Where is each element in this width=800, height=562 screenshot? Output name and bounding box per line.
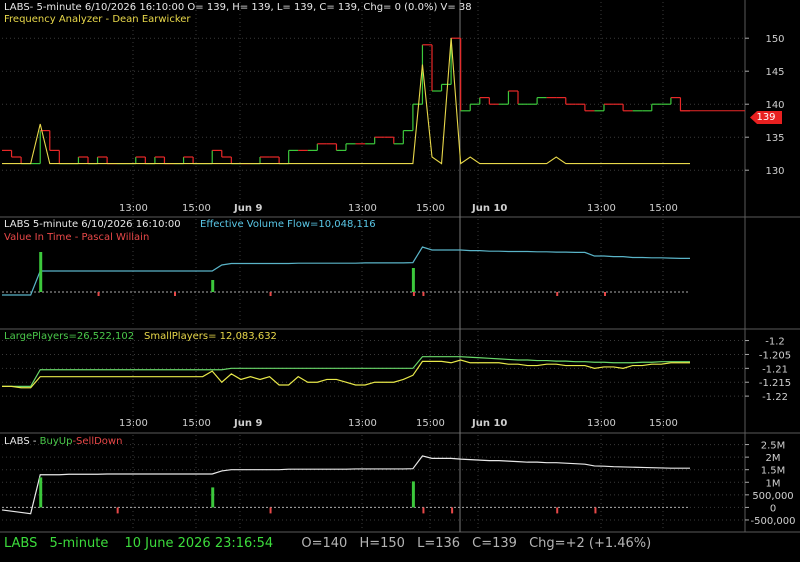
evf-neg-bar-5 [556, 292, 559, 296]
price-panel-header: LABS- 5-minute 6/10/2026 16:10:00 O= 139… [4, 2, 472, 13]
evf-neg-bar-3 [412, 292, 415, 296]
bu-neg-bar-0 [116, 507, 119, 514]
x-tick-label-0-6: 13:00 [587, 203, 616, 214]
evf-neg-bar-6 [604, 292, 606, 296]
selldown-text: SellDown [76, 436, 123, 447]
evf-neg-bar-0 [97, 292, 100, 296]
value-in-time-label: Value In Time - Pascal Willain [4, 232, 150, 243]
bu-tick-label-4: 500,000 [752, 491, 793, 502]
large-players-label: LargePlayers=26,522,102 [4, 331, 135, 342]
footer-status: LABS 5-minute 10 June 2026 23:16:54 O=14… [4, 536, 651, 551]
x-tick-label-0-7: 15:00 [649, 203, 678, 214]
price-tick-label-2: 140 [765, 100, 784, 111]
players-tick-label-3: -1.215 [759, 378, 791, 389]
bu-spike-0 [39, 477, 43, 508]
bu-spike-1 [211, 487, 215, 508]
footer-datetime: 10 June 2026 23:16:54 [124, 536, 274, 551]
x-tick-label-2-6: 13:00 [587, 418, 616, 429]
footer-interval: 5-minute [49, 536, 109, 551]
evf-neg-bar-4 [422, 292, 425, 296]
bu-tick-label-1: 2M [766, 453, 781, 464]
evf-spike-1 [211, 280, 215, 292]
bu-tick-label-3: 1M [766, 478, 781, 489]
chart-canvas: 13:00 15:00 Jun 9 13:00 15:00 Jun 10 13:00 15:0… [0, 0, 800, 533]
x-tick-label-2-0: 13:00 [119, 418, 148, 429]
players-tick-label-2: -1.21 [762, 364, 788, 375]
price-tick-label-3: 145 [765, 67, 784, 78]
buyup-selldown-label: LABS - BuyUp-SellDown [4, 436, 122, 448]
bu-neg-bar-4 [556, 507, 559, 514]
footer-high: H=150 [359, 536, 405, 551]
evf-panel-header: LABS 5-minute 6/10/2026 16:10:00 [4, 219, 181, 230]
buyup-text: BuyUp [39, 436, 73, 447]
bu-tick-label-5: 0 [770, 503, 776, 514]
bu-spike-2 [411, 481, 415, 508]
footer-close: C=139 [472, 536, 517, 551]
small-players-label: SmallPlayers= 12,083,632 [144, 331, 277, 342]
x-tick-label-2-5: Jun 10 [471, 418, 507, 429]
x-tick-label-0-2: Jun 9 [233, 203, 262, 214]
x-tick-label-0-0: 13:00 [119, 203, 148, 214]
small-players-line [2, 359, 690, 389]
bu-neg-bar-3 [451, 507, 454, 514]
players-tick-label-1: -1.205 [759, 350, 791, 361]
x-tick-label-2-2: Jun 9 [233, 418, 262, 429]
buyup-symbol: LABS - [4, 436, 40, 447]
bu-tick-label-0: 2.5M [761, 441, 786, 452]
footer-open: O=140 [301, 536, 348, 551]
footer-change: Chg=+2 (+1.46%) [529, 536, 652, 551]
footer-symbol: LABS [4, 536, 38, 551]
bu-neg-bar-1 [269, 507, 272, 514]
bu-neg-bar-5 [594, 507, 597, 514]
x-tick-label-0-4: 15:00 [416, 203, 445, 214]
effective-volume-flow-line [2, 246, 690, 296]
bu-neg-bar-2 [422, 507, 425, 514]
evf-spike-2 [411, 268, 415, 292]
players-tick-label-0: -1.2 [765, 337, 785, 348]
buyup-selldown-line [1, 455, 690, 515]
x-tick-label-0-5: Jun 10 [471, 203, 507, 214]
bu-tick-label-6: -500,000 [751, 516, 796, 527]
evf-neg-bar-2 [269, 292, 272, 296]
evf-neg-bar-1 [174, 292, 176, 296]
x-tick-label-2-1: 15:00 [182, 418, 211, 429]
bu-tick-label-2: 1.5M [761, 466, 786, 477]
price-tick-label-1: 135 [765, 133, 784, 144]
x-tick-label-0-1: 15:00 [182, 203, 211, 214]
frequency-analyzer-label: Frequency Analyzer - Dean Earwicker [4, 14, 191, 25]
x-tick-label-2-7: 15:00 [649, 418, 678, 429]
x-tick-label-0-3: 13:00 [348, 203, 377, 214]
price-tick-label-0: 130 [765, 166, 784, 177]
players-tick-label-4: -1.22 [762, 392, 788, 403]
price-tick-label-4: 150 [765, 34, 784, 45]
x-tick-label-2-4: 15:00 [416, 418, 445, 429]
footer-low: L=136 [417, 536, 461, 551]
x-tick-label-2-3: 13:00 [348, 418, 377, 429]
evf-spike-0 [39, 252, 43, 292]
effective-volume-flow-label: Effective Volume Flow=10,048,116 [200, 219, 376, 230]
